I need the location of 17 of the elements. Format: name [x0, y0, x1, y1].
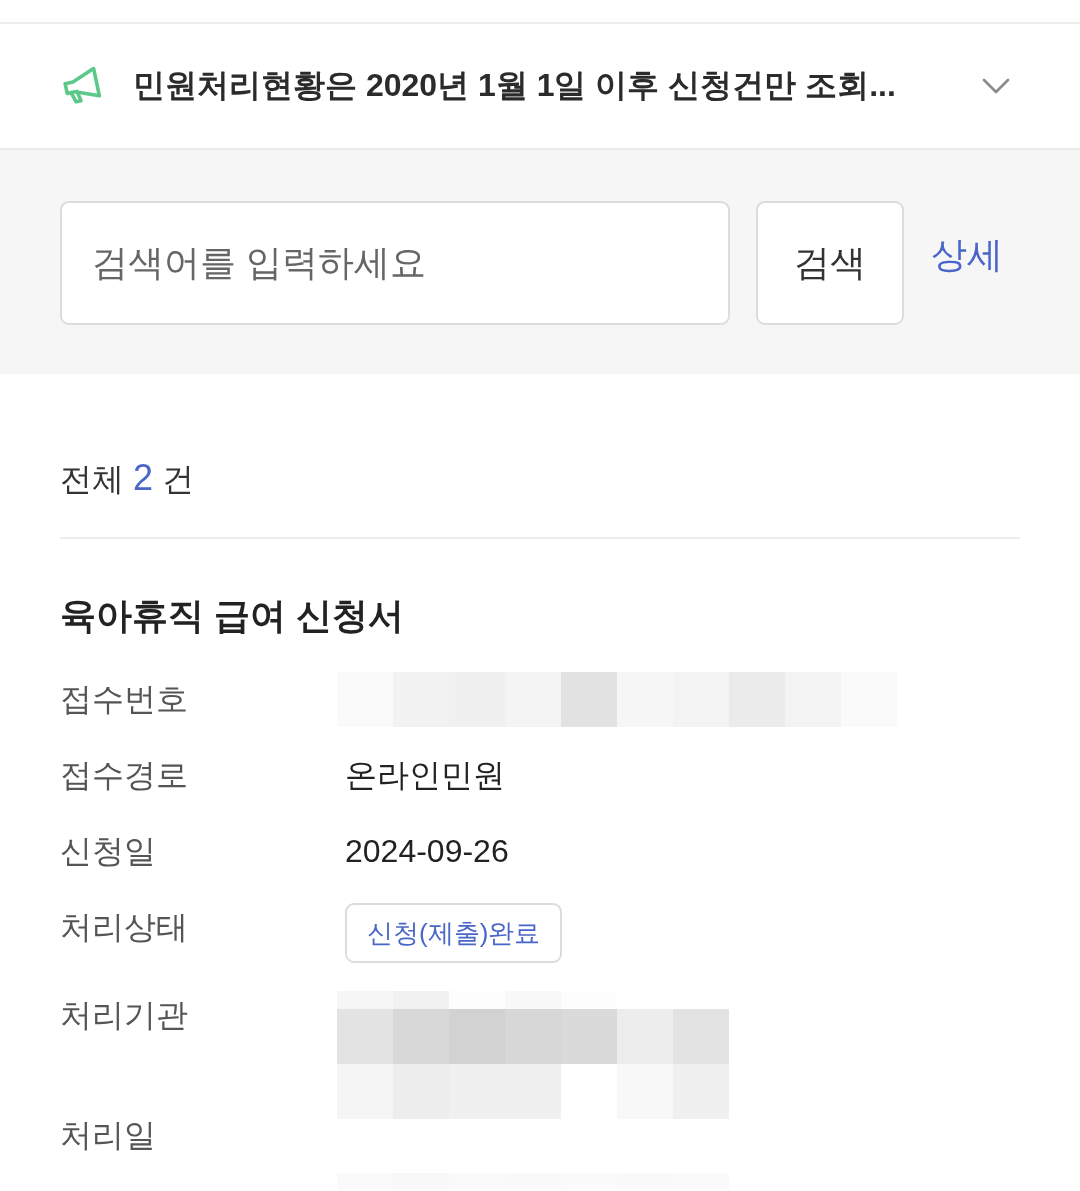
- field-value: 2024-09-26: [345, 832, 509, 871]
- field-label: 접수번호: [60, 680, 188, 719]
- status-badge: 신청(제출)완료: [345, 903, 563, 963]
- result-count: 전체 2 건: [60, 456, 194, 500]
- field-label: 처리상태: [60, 908, 188, 947]
- search-button[interactable]: 검색: [756, 201, 904, 325]
- notice-text: 민원처리현황은 2020년 1월 1일 이후 신청건만 조회...: [133, 66, 897, 105]
- search-field[interactable]: 검색어를 입력하세요: [60, 201, 730, 325]
- field-value: 온라인민원: [345, 756, 505, 795]
- field-label: 처리일: [60, 1116, 156, 1155]
- item-title: 육아휴직 급여 신청서: [60, 594, 404, 638]
- detail-link[interactable]: 상세: [931, 233, 1003, 277]
- field-label: 신청일: [60, 832, 156, 871]
- field-label: 접수경로: [60, 756, 188, 795]
- megaphone-icon: [62, 67, 104, 105]
- field-label: 처리기관: [60, 996, 188, 1035]
- chevron-down-icon[interactable]: [982, 78, 1010, 94]
